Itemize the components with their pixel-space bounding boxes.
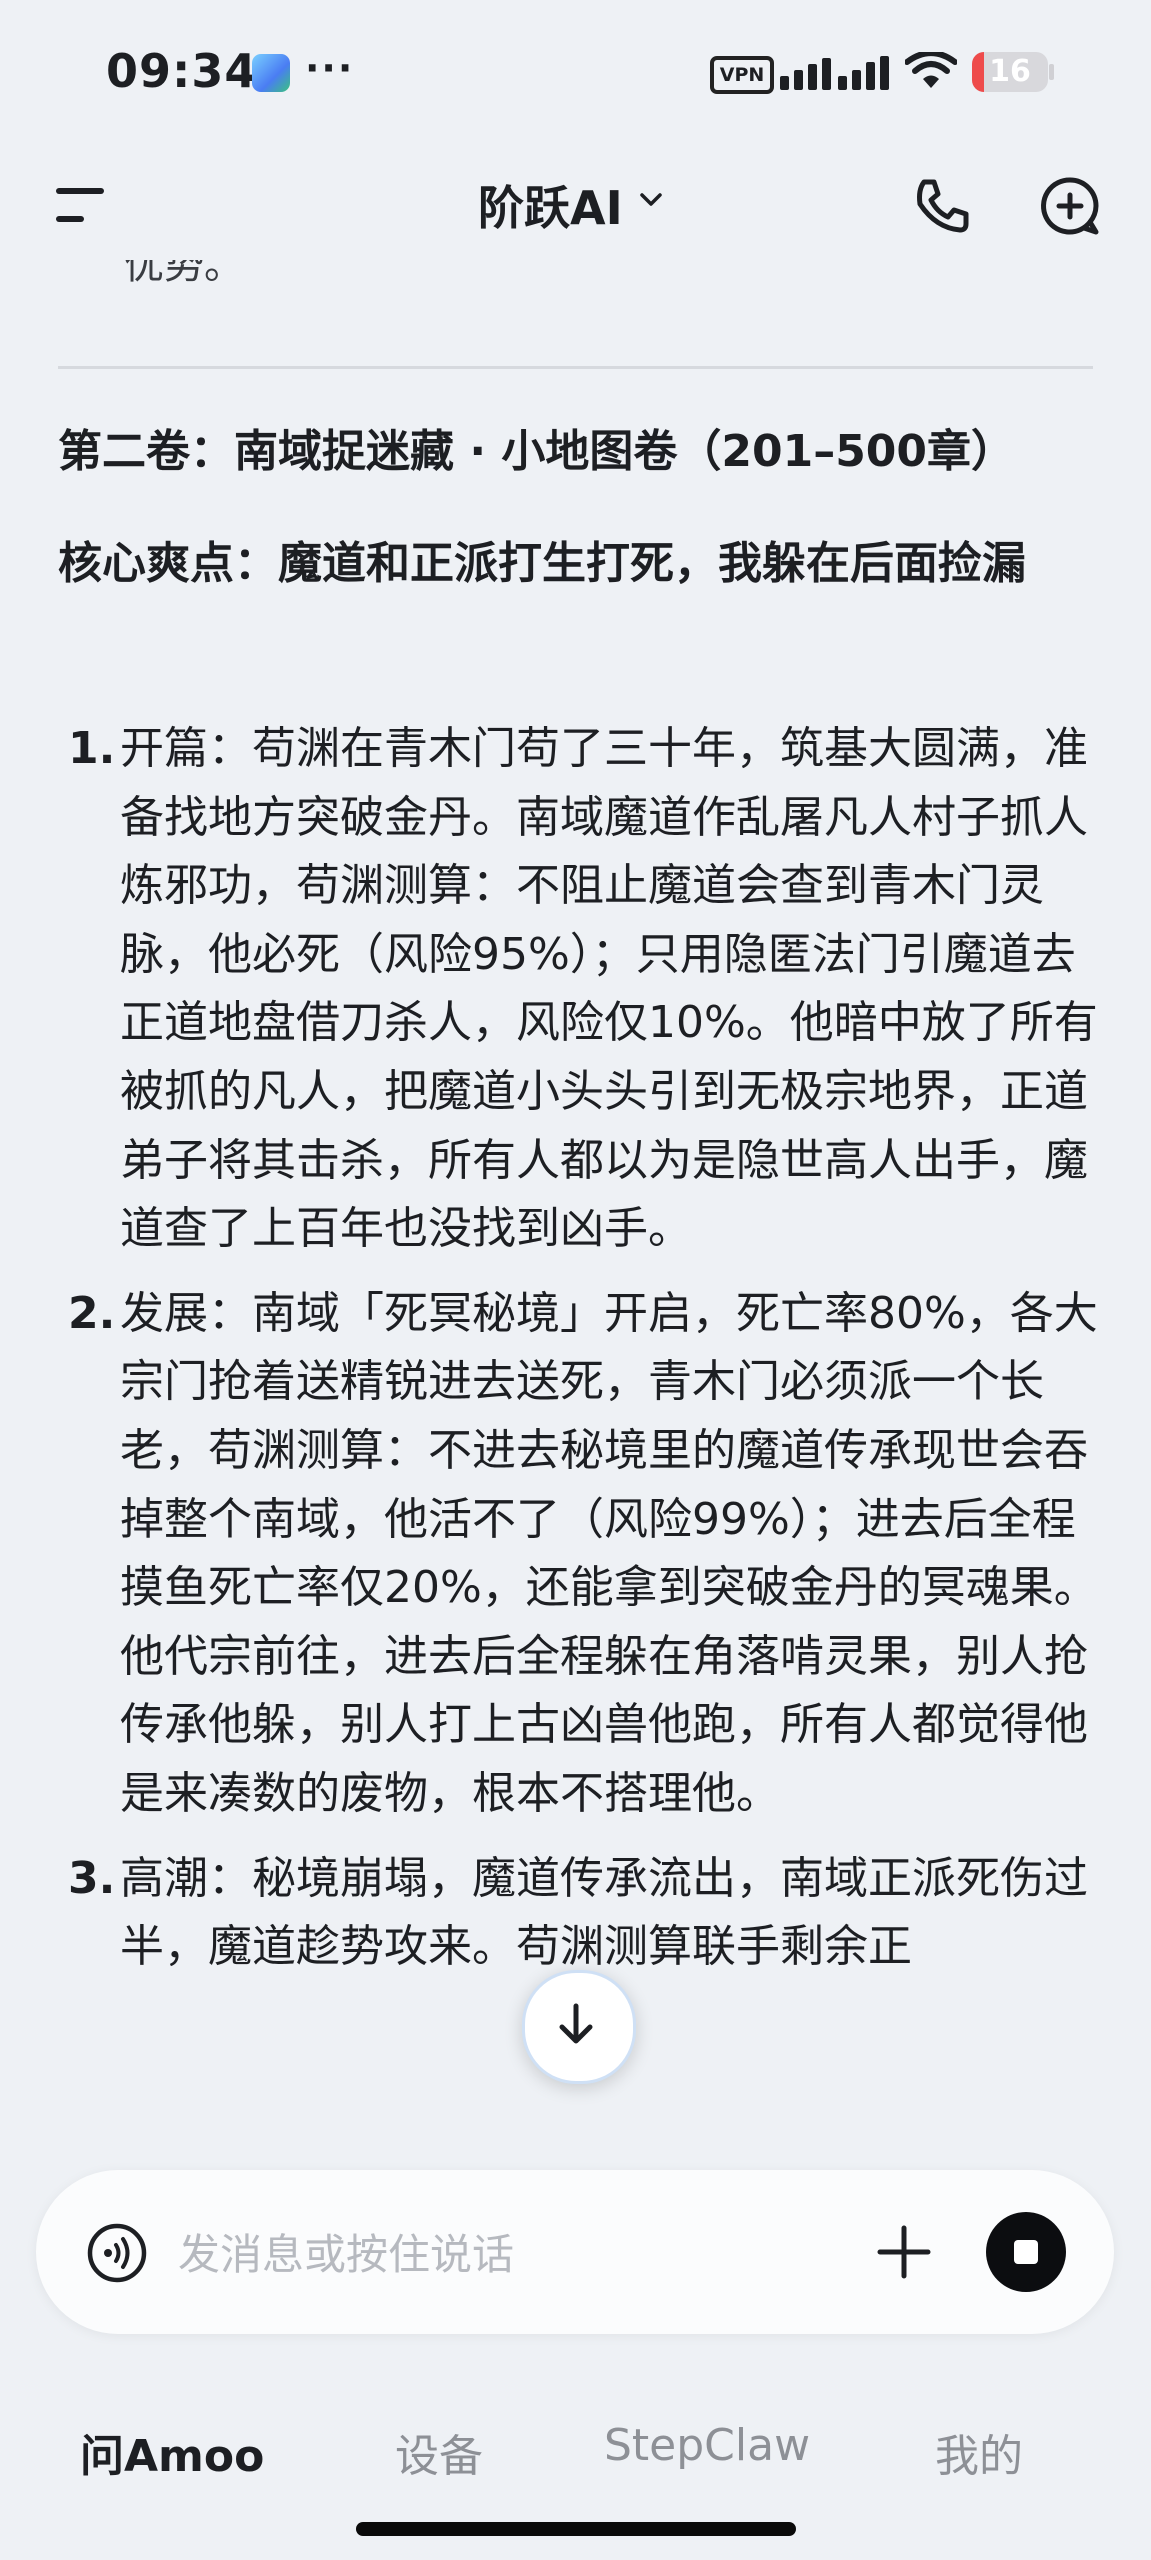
list-item-number: 2. [68,1287,116,1339]
model-selector-title[interactable]: 阶跃AI [478,172,623,238]
plus-icon[interactable] [872,2220,936,2284]
message-composer [36,2170,1114,2334]
message-input[interactable] [176,2220,860,2288]
battery-cap [1049,64,1054,80]
signal-icon [780,56,889,90]
tab-me[interactable]: 我的 [935,2420,1023,2484]
tab-stepclaw[interactable]: StepClaw [604,2420,810,2471]
gallery-app-icon [252,54,290,92]
home-indicator [356,2522,796,2536]
list-item-text: 开篇：苟渊在青木门苟了三十年，筑基大圆满，准备找地方突破金丹。南域魔道作乱屠凡人… [120,723,1098,1255]
cut-off-text: 优势。 [124,260,244,288]
bottom-nav: 问Amoo 设备 StepClaw 我的 [0,2380,1151,2520]
menu-icon-line [56,216,84,222]
wifi-icon [905,52,957,88]
list-item-number: 3. [68,1852,116,1904]
menu-icon-line [56,188,104,194]
plot-list: 1. 开篇：苟渊在青木门苟了三十年，筑基大圆满，准备找地方突破金丹。南域魔道作乱… [58,715,1118,1998]
new-chat-icon[interactable] [1038,174,1102,238]
stop-button[interactable] [986,2212,1066,2292]
chevron-down-icon[interactable] [636,184,666,214]
section-title: 第二卷：南域捉迷藏 · 小地图卷（201–500章） [58,426,1016,477]
status-bar: 09:34 ··· VPN 16 [0,0,1151,150]
chat-content[interactable]: 优势。 第二卷：南域捉迷藏 · 小地图卷（201–500章） 核心爽点：魔道和正… [0,260,1151,2165]
scroll-to-bottom-button[interactable] [522,1970,636,2084]
highlight-text: 核心爽点：魔道和正派打生打死，我躲在后面捡漏 [58,538,1026,589]
menu-button[interactable] [52,180,108,230]
list-item-text: 发展：南域「死冥秘境」开启，死亡率80%，各大宗门抢着送精锐进去送死，青木门必须… [120,1287,1098,1819]
status-time: 09:34 [106,44,258,98]
vpn-icon: VPN [710,56,774,94]
battery-icon: 16 [972,52,1048,92]
list-item-text: 高潮：秘境崩塌，魔道传承流出，南域正派死伤过半，魔道趁势攻来。苟渊测算联手剩余正 [120,1852,1088,1973]
battery-level: 16 [989,54,1031,89]
divider [58,366,1093,369]
stop-icon [1014,2240,1038,2264]
arrow-down-icon [559,2003,593,2044]
status-more-indicator: ··· [305,46,355,90]
list-item: 2. 发展：南域「死冥秘境」开启，死亡率80%，各大宗门抢着送精锐进去送死，青木… [58,1280,1118,1829]
voice-icon[interactable] [86,2222,148,2284]
app-header: 阶跃AI [0,150,1151,260]
tab-ask-amoo[interactable]: 问Amoo [80,2420,264,2484]
phone-icon[interactable] [910,174,974,238]
list-item: 1. 开篇：苟渊在青木门苟了三十年，筑基大圆满，准备找地方突破金丹。南域魔道作乱… [58,715,1118,1264]
tab-devices[interactable]: 设备 [395,2420,483,2484]
list-item: 3. 高潮：秘境崩塌，魔道传承流出，南域正派死伤过半，魔道趁势攻来。苟渊测算联手… [58,1845,1118,1982]
list-item-number: 1. [68,723,116,774]
